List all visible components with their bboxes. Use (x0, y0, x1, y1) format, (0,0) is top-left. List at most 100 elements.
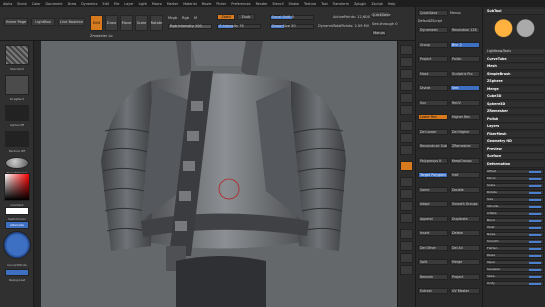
slider-handle[interactable] (529, 206, 541, 208)
menu-item-tool[interactable]: Tool (321, 2, 327, 6)
deformation-slider[interactable]: SDivide (485, 204, 544, 209)
slider-handle[interactable] (529, 220, 541, 222)
color-picker[interactable] (4, 173, 30, 201)
tool-menu-item[interactable]: Geometry HD (485, 139, 544, 145)
menu-item-edit[interactable]: Edit (102, 2, 108, 6)
solo-button[interactable] (400, 253, 413, 263)
menu-item-picker[interactable]: Picker (216, 2, 226, 6)
geometry-button[interactable]: Group (418, 41, 448, 48)
menu-item-light[interactable]: Light (139, 2, 147, 6)
floor-button[interactable] (400, 133, 413, 143)
deformation-slider[interactable]: Twist (485, 225, 544, 230)
texture-thumbnail[interactable] (5, 131, 29, 147)
geometry-button[interactable]: UV Master (450, 288, 480, 294)
slider-handle[interactable] (529, 178, 541, 180)
slider-handle[interactable] (529, 269, 541, 271)
deformation-slider[interactable]: Mirror (485, 176, 544, 181)
frame-button[interactable] (400, 177, 413, 187)
tool-menu-item[interactable]: FiberMesh (485, 131, 544, 138)
geometry-button[interactable]: Polygroups It (418, 157, 448, 164)
menu-item-stroke[interactable]: Stroke (289, 2, 300, 6)
tool-menu-item[interactable]: Merge (485, 86, 544, 93)
geometry-button[interactable]: Double (450, 186, 480, 193)
geometry-button[interactable]: Divide (418, 85, 448, 91)
move-button[interactable]: Move (120, 15, 133, 31)
slider-handle[interactable] (529, 227, 541, 229)
draw-button[interactable]: Draw (105, 15, 118, 31)
geometry-button[interactable]: Half (450, 172, 480, 178)
menu-item-color[interactable]: Color (32, 2, 41, 6)
zoom3d-button[interactable] (400, 201, 413, 211)
see-through-slider[interactable]: See-through 0 (372, 22, 398, 26)
geometry-button[interactable]: Project (450, 273, 480, 280)
geometry-button[interactable]: Del Other (418, 244, 448, 251)
menu-item-macro[interactable]: Macro (152, 2, 162, 6)
quicksave-panel-button[interactable]: QuickSave (418, 10, 448, 16)
main-color-swatch[interactable] (5, 207, 29, 215)
geometry-button[interactable]: Insert (418, 230, 448, 236)
zadd-button[interactable]: Zadd (217, 14, 235, 20)
tool-menu-item[interactable]: Deformation (485, 161, 544, 168)
geometry-button[interactable]: Sculptris Pro (450, 70, 480, 77)
alpha-thumbnail[interactable] (5, 105, 29, 121)
actual-button[interactable] (400, 93, 413, 103)
slider-handle[interactable] (529, 262, 541, 264)
polyf-button[interactable] (400, 229, 413, 239)
menu-item-stencil[interactable]: Stencil (272, 2, 283, 6)
menu-item-zplugin[interactable]: Zplugin (354, 2, 366, 6)
geometry-button[interactable]: Del Higher (450, 128, 480, 135)
scroll-button[interactable] (400, 69, 413, 79)
geometry-button[interactable]: Dynamesh (418, 27, 448, 33)
deformation-slider[interactable]: Taper (485, 260, 544, 265)
geometry-button[interactable]: ReUV (450, 99, 480, 106)
bpr-button[interactable] (400, 45, 413, 55)
slider-handle[interactable] (529, 255, 541, 257)
tool-menu-item[interactable]: Layers (485, 124, 544, 130)
xyz-button[interactable] (400, 161, 413, 171)
geometry-button[interactable]: Smt (450, 85, 480, 91)
slider-handle[interactable] (529, 199, 541, 201)
zoom-button[interactable] (400, 81, 413, 91)
deformation-slider[interactable]: Smooth (485, 239, 544, 244)
tool-menu-item[interactable]: Mesh (485, 64, 544, 70)
slider-handle[interactable] (529, 248, 541, 250)
geometry-button[interactable]: Polish (450, 56, 480, 62)
menu-item-movie[interactable]: Movie (202, 2, 212, 6)
slider-handle[interactable] (529, 192, 541, 194)
slider-handle[interactable] (529, 241, 541, 243)
rotate-view-button[interactable] (400, 213, 413, 223)
menu-item-layer[interactable]: Layer (124, 2, 133, 6)
tool-menu-item[interactable]: ZRemesher (485, 109, 544, 115)
geometry-button[interactable]: KeepGroups (450, 157, 480, 164)
local-button[interactable] (400, 145, 413, 155)
menu-item-material[interactable]: Material (183, 2, 196, 6)
transp-button[interactable] (400, 241, 413, 251)
tool-menu-item[interactable]: ZSphere (485, 79, 544, 85)
edit-button[interactable]: Edit (90, 15, 103, 31)
tool-menu-item[interactable]: Polish (485, 116, 544, 123)
live-boolean-button[interactable]: Live Boolean (58, 18, 85, 26)
spix-button[interactable] (400, 57, 413, 67)
deformation-slider[interactable]: Inflate (485, 211, 544, 216)
geometry-button[interactable]: Del All (450, 244, 480, 251)
geometry-button[interactable]: Append (418, 215, 448, 222)
deformation-slider[interactable]: Unify (485, 281, 544, 286)
deformation-slider[interactable]: Rotate (485, 190, 544, 195)
aahalf-button[interactable] (400, 105, 413, 115)
quicksave-button[interactable]: QuickSave (372, 11, 391, 18)
menu-item-texture[interactable]: Texture (304, 2, 316, 6)
stroke-thumbnail[interactable] (5, 75, 29, 95)
deformation-slider[interactable]: Bend (485, 218, 544, 223)
replay-last-button[interactable] (5, 269, 29, 276)
scale-button[interactable]: Scale (135, 15, 148, 31)
geometry-button[interactable]: Same (418, 186, 448, 193)
mrgb-toggle[interactable]: Mrgb (168, 16, 177, 20)
menu-item-dynamics[interactable]: Dynamics (81, 2, 97, 6)
deformation-slider[interactable]: Flatten (485, 246, 544, 251)
deformation-slider[interactable]: Relax (485, 253, 544, 258)
slider-handle[interactable] (529, 283, 541, 285)
geometry-button[interactable]: Del Lower (418, 128, 448, 135)
menu-item-preferences[interactable]: Preferences (231, 2, 250, 6)
tool-menu-item[interactable]: Preview (485, 146, 544, 153)
tool-panel-header[interactable]: SubTool (485, 9, 544, 15)
